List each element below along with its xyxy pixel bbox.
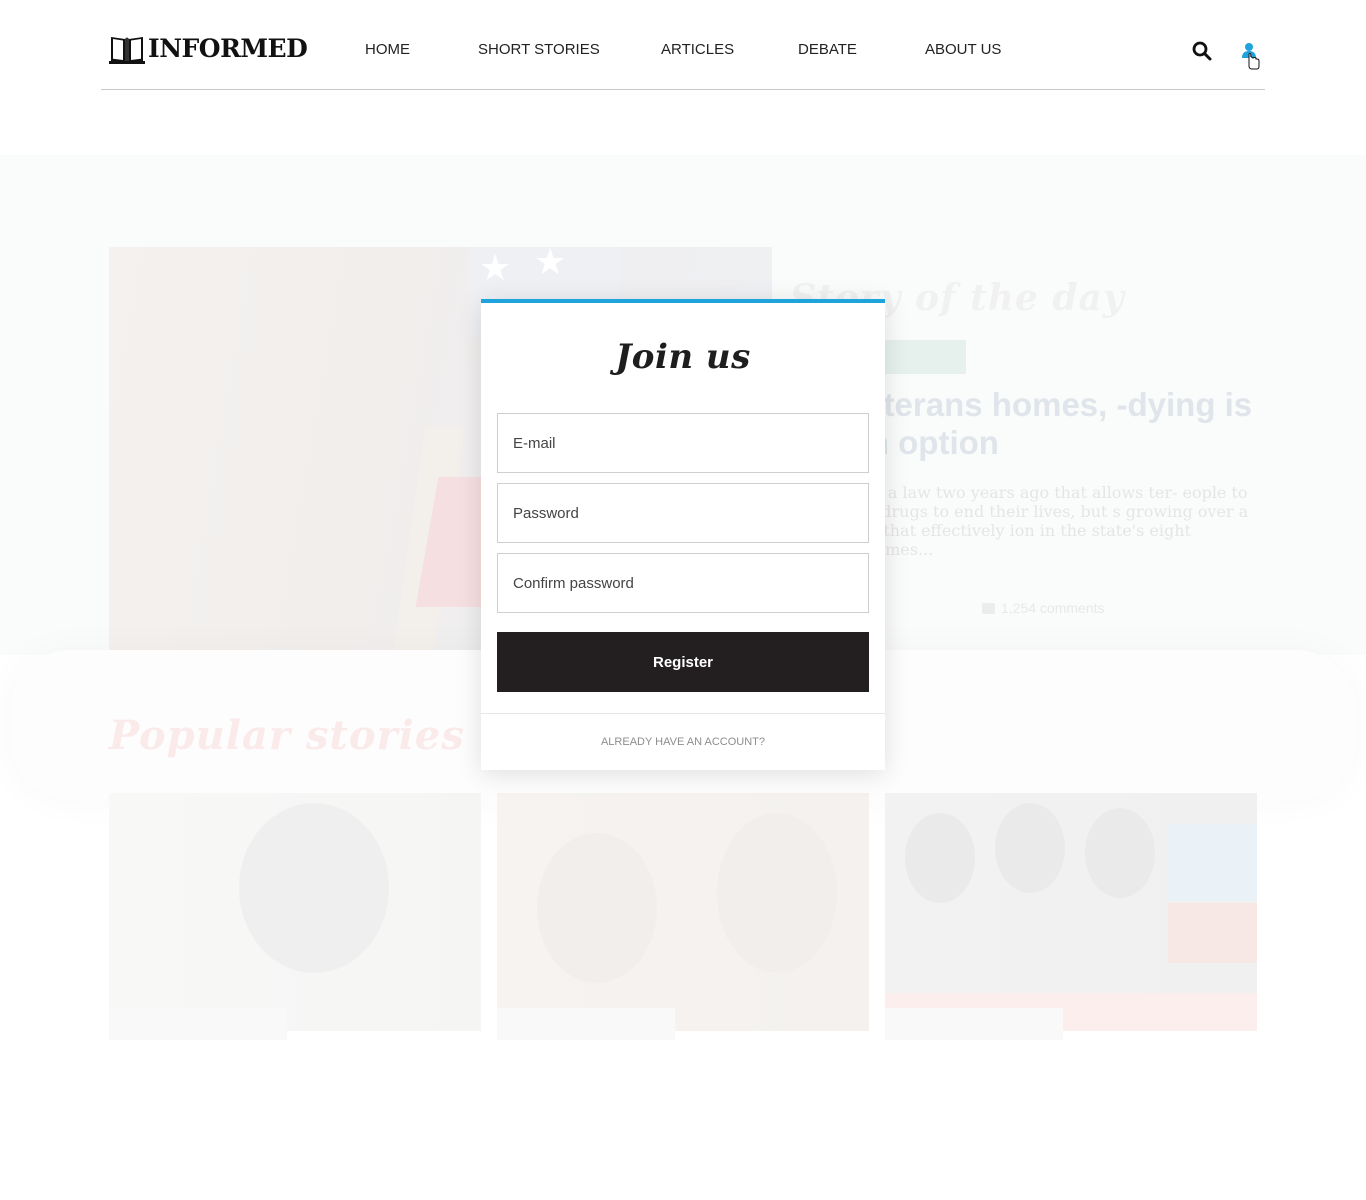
portrait-shape: [239, 803, 389, 973]
comment-count: 1,254 comments: [1001, 600, 1105, 616]
login-link[interactable]: ALREADY HAVE AN ACCOUNT?: [481, 736, 885, 748]
card-category-tag[interactable]: [885, 1008, 1063, 1040]
portrait-shape: [717, 813, 837, 973]
story-card-image[interactable]: [885, 793, 1257, 1031]
story-comments[interactable]: 1,254 comments: [982, 600, 1105, 616]
email-field[interactable]: [497, 413, 869, 473]
star-icon: ★: [534, 247, 567, 282]
card-category-tag[interactable]: [497, 1008, 675, 1040]
portrait-shape: [995, 803, 1065, 893]
modal-divider: [481, 713, 885, 714]
story-card-image[interactable]: [497, 793, 869, 1031]
popular-stories-label: Popular stories: [109, 712, 465, 759]
story-card-image[interactable]: [109, 793, 481, 1031]
password-field[interactable]: [497, 483, 869, 543]
portrait-shape: [1085, 808, 1155, 898]
portrait-shape: [905, 813, 975, 903]
register-button[interactable]: Register: [497, 632, 869, 692]
record-label-badge: [1168, 824, 1257, 901]
story-category-tag[interactable]: [875, 340, 966, 374]
card-category-tag[interactable]: [109, 1008, 287, 1040]
confirm-password-field[interactable]: [497, 553, 869, 613]
star-icon: ★: [479, 247, 512, 288]
join-modal: Join us Register ALREADY HAVE AN ACCOUNT…: [481, 299, 885, 770]
modal-title: Join us: [615, 337, 751, 377]
portrait-shape: [537, 833, 657, 983]
record-label-stripe: [1168, 903, 1257, 963]
comment-icon: [982, 602, 995, 614]
